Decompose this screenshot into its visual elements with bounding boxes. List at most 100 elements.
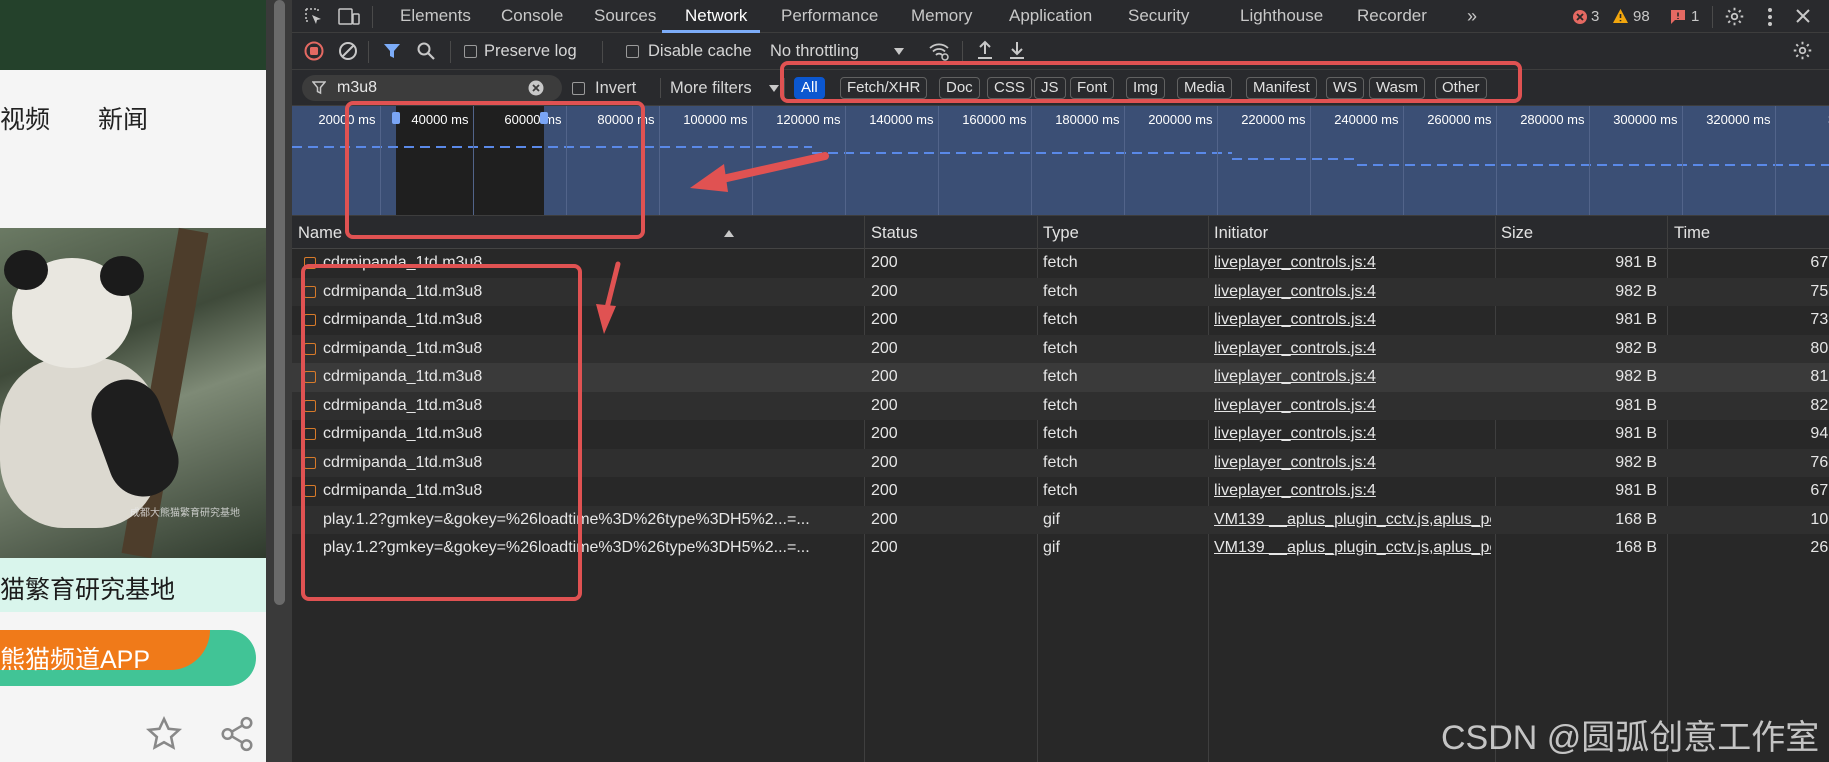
request-time: 76 ms	[1810, 453, 1829, 471]
overview-gridline	[1775, 106, 1776, 215]
inspect-element-icon[interactable]	[304, 7, 324, 27]
request-type: fetch	[1043, 368, 1078, 385]
nav-item-news[interactable]: 新闻	[98, 100, 148, 136]
filter-icon[interactable]	[382, 41, 402, 61]
overview-tick-label: 200000 ms	[1148, 112, 1213, 127]
column-status[interactable]: Status	[871, 224, 918, 243]
request-size: 981 B	[1615, 482, 1657, 499]
request-initiator[interactable]: liveplayer_controls.js:4	[1214, 283, 1376, 301]
column-type[interactable]: Type	[1043, 224, 1079, 243]
issues-icon[interactable]	[1670, 9, 1686, 25]
request-type: gif	[1043, 510, 1060, 528]
more-filters-button[interactable]: More filters	[670, 79, 752, 98]
tab-performance[interactable]: Performance	[781, 6, 878, 26]
disable-cache-label[interactable]: Disable cache	[648, 42, 752, 61]
app-download-button[interactable]: 熊猫频道APP	[0, 630, 256, 686]
request-status: 200	[871, 339, 898, 357]
share-icon[interactable]	[217, 715, 257, 753]
column-name[interactable]: Name	[298, 224, 342, 243]
error-icon[interactable]	[1572, 9, 1588, 25]
throttling-dropdown-icon[interactable]	[894, 48, 904, 55]
request-initiator[interactable]: liveplayer_controls.js:4	[1214, 254, 1376, 272]
filter-input[interactable]: m3u8	[302, 75, 562, 101]
request-time: 75 ms	[1810, 282, 1829, 300]
csdn-watermark: CSDN @圆弧创意工作室	[1441, 719, 1820, 757]
more-options-icon[interactable]	[1767, 7, 1773, 27]
import-har-icon[interactable]	[976, 40, 994, 60]
tab-recorder[interactable]: Recorder	[1357, 6, 1427, 26]
more-filters-dropdown-icon[interactable]	[769, 85, 779, 92]
network-conditions-icon[interactable]	[928, 41, 950, 61]
invert-label[interactable]: Invert	[595, 79, 636, 98]
request-size: 168 B	[1615, 539, 1657, 556]
search-icon[interactable]	[416, 41, 436, 61]
web-scrollbar[interactable]	[266, 0, 292, 762]
network-settings-icon[interactable]	[1792, 40, 1813, 61]
overview-gridline	[1124, 106, 1125, 215]
request-time: 80 ms	[1810, 339, 1829, 357]
request-time: 94 ms	[1810, 425, 1829, 442]
tab-network[interactable]: Network	[685, 6, 747, 26]
overview-tick-label: 120000 ms	[776, 112, 841, 127]
settings-icon[interactable]	[1724, 6, 1745, 27]
record-stop-icon[interactable]	[304, 41, 324, 61]
filter-input-value: m3u8	[337, 79, 378, 96]
overview-tick-label: 320000 ms	[1706, 112, 1771, 127]
export-har-icon[interactable]	[1008, 40, 1026, 60]
overview-tick-label: 280000 ms	[1520, 112, 1585, 127]
disable-cache-checkbox[interactable]	[626, 45, 639, 58]
tab-console[interactable]: Console	[501, 6, 563, 26]
warning-count[interactable]: 98	[1633, 8, 1650, 25]
column-size[interactable]: Size	[1501, 224, 1533, 243]
request-size: 981 B	[1615, 396, 1657, 414]
column-time[interactable]: Time	[1674, 224, 1710, 243]
preserve-log-label[interactable]: Preserve log	[484, 42, 577, 61]
request-initiator[interactable]: liveplayer_controls.js:4	[1214, 368, 1376, 386]
request-initiator[interactable]: liveplayer_controls.js:4	[1214, 482, 1376, 500]
tab-elements[interactable]: Elements	[400, 6, 471, 26]
issues-count[interactable]: 1	[1691, 8, 1699, 25]
column-initiator[interactable]: Initiator	[1214, 224, 1268, 243]
overview-gridline	[938, 106, 939, 215]
preserve-log-checkbox[interactable]	[464, 45, 477, 58]
tab-application[interactable]: Application	[1009, 6, 1092, 26]
web-nav: 视频 新闻	[0, 100, 266, 140]
close-devtools-icon[interactable]	[1795, 8, 1811, 24]
request-initiator[interactable]: liveplayer_controls.js:4	[1214, 311, 1376, 329]
invert-checkbox[interactable]	[572, 82, 585, 95]
star-icon[interactable]	[145, 715, 183, 753]
request-size: 982 B	[1615, 282, 1657, 300]
request-initiator[interactable]: liveplayer_controls.js:4	[1214, 454, 1376, 472]
sort-ascending-icon[interactable]	[724, 230, 734, 237]
device-toolbar-icon[interactable]	[338, 7, 360, 27]
request-status: 200	[871, 396, 898, 414]
overview-gridline	[1589, 106, 1590, 215]
tab-security[interactable]: Security	[1128, 6, 1189, 26]
overview-gridline	[1682, 106, 1683, 215]
overview-tick-label: 260000 ms	[1427, 112, 1492, 127]
web-header-bar	[0, 0, 266, 70]
tab-sources[interactable]: Sources	[594, 6, 656, 26]
clear-icon[interactable]	[338, 41, 358, 61]
overview-gridline	[1031, 106, 1032, 215]
screenshot-root: 视频 新闻 成都大熊猫繁育研究基地 猫繁育研究基地 熊猫频道APP Elemen…	[0, 0, 1829, 762]
request-initiator[interactable]: liveplayer_controls.js:4	[1214, 425, 1376, 443]
overview-gridline	[1217, 106, 1218, 215]
tab-memory[interactable]: Memory	[911, 6, 972, 26]
warning-icon[interactable]	[1612, 8, 1629, 24]
request-initiator[interactable]: VM139 __aplus_plugin_cctv.js,aplus_pc	[1214, 539, 1491, 557]
request-initiator[interactable]: liveplayer_controls.js:4	[1214, 397, 1376, 415]
tab-lighthouse[interactable]: Lighthouse	[1240, 6, 1323, 26]
annotation-arrow-down	[596, 261, 621, 334]
request-initiator[interactable]: VM139 __aplus_plugin_cctv.js,aplus_pc	[1214, 511, 1491, 529]
overview-tick-label: 300000 ms	[1613, 112, 1678, 127]
throttling-select[interactable]: No throttling	[770, 42, 859, 61]
clear-filter-icon[interactable]	[528, 80, 544, 96]
nav-item-video[interactable]: 视频	[0, 100, 50, 136]
request-size: 982 B	[1615, 453, 1657, 471]
more-tabs-icon[interactable]: »	[1467, 6, 1477, 27]
request-initiator[interactable]: liveplayer_controls.js:4	[1214, 340, 1376, 358]
request-time: 82 ms	[1810, 396, 1829, 414]
error-count[interactable]: 3	[1591, 8, 1599, 25]
request-status: 200	[871, 510, 898, 528]
